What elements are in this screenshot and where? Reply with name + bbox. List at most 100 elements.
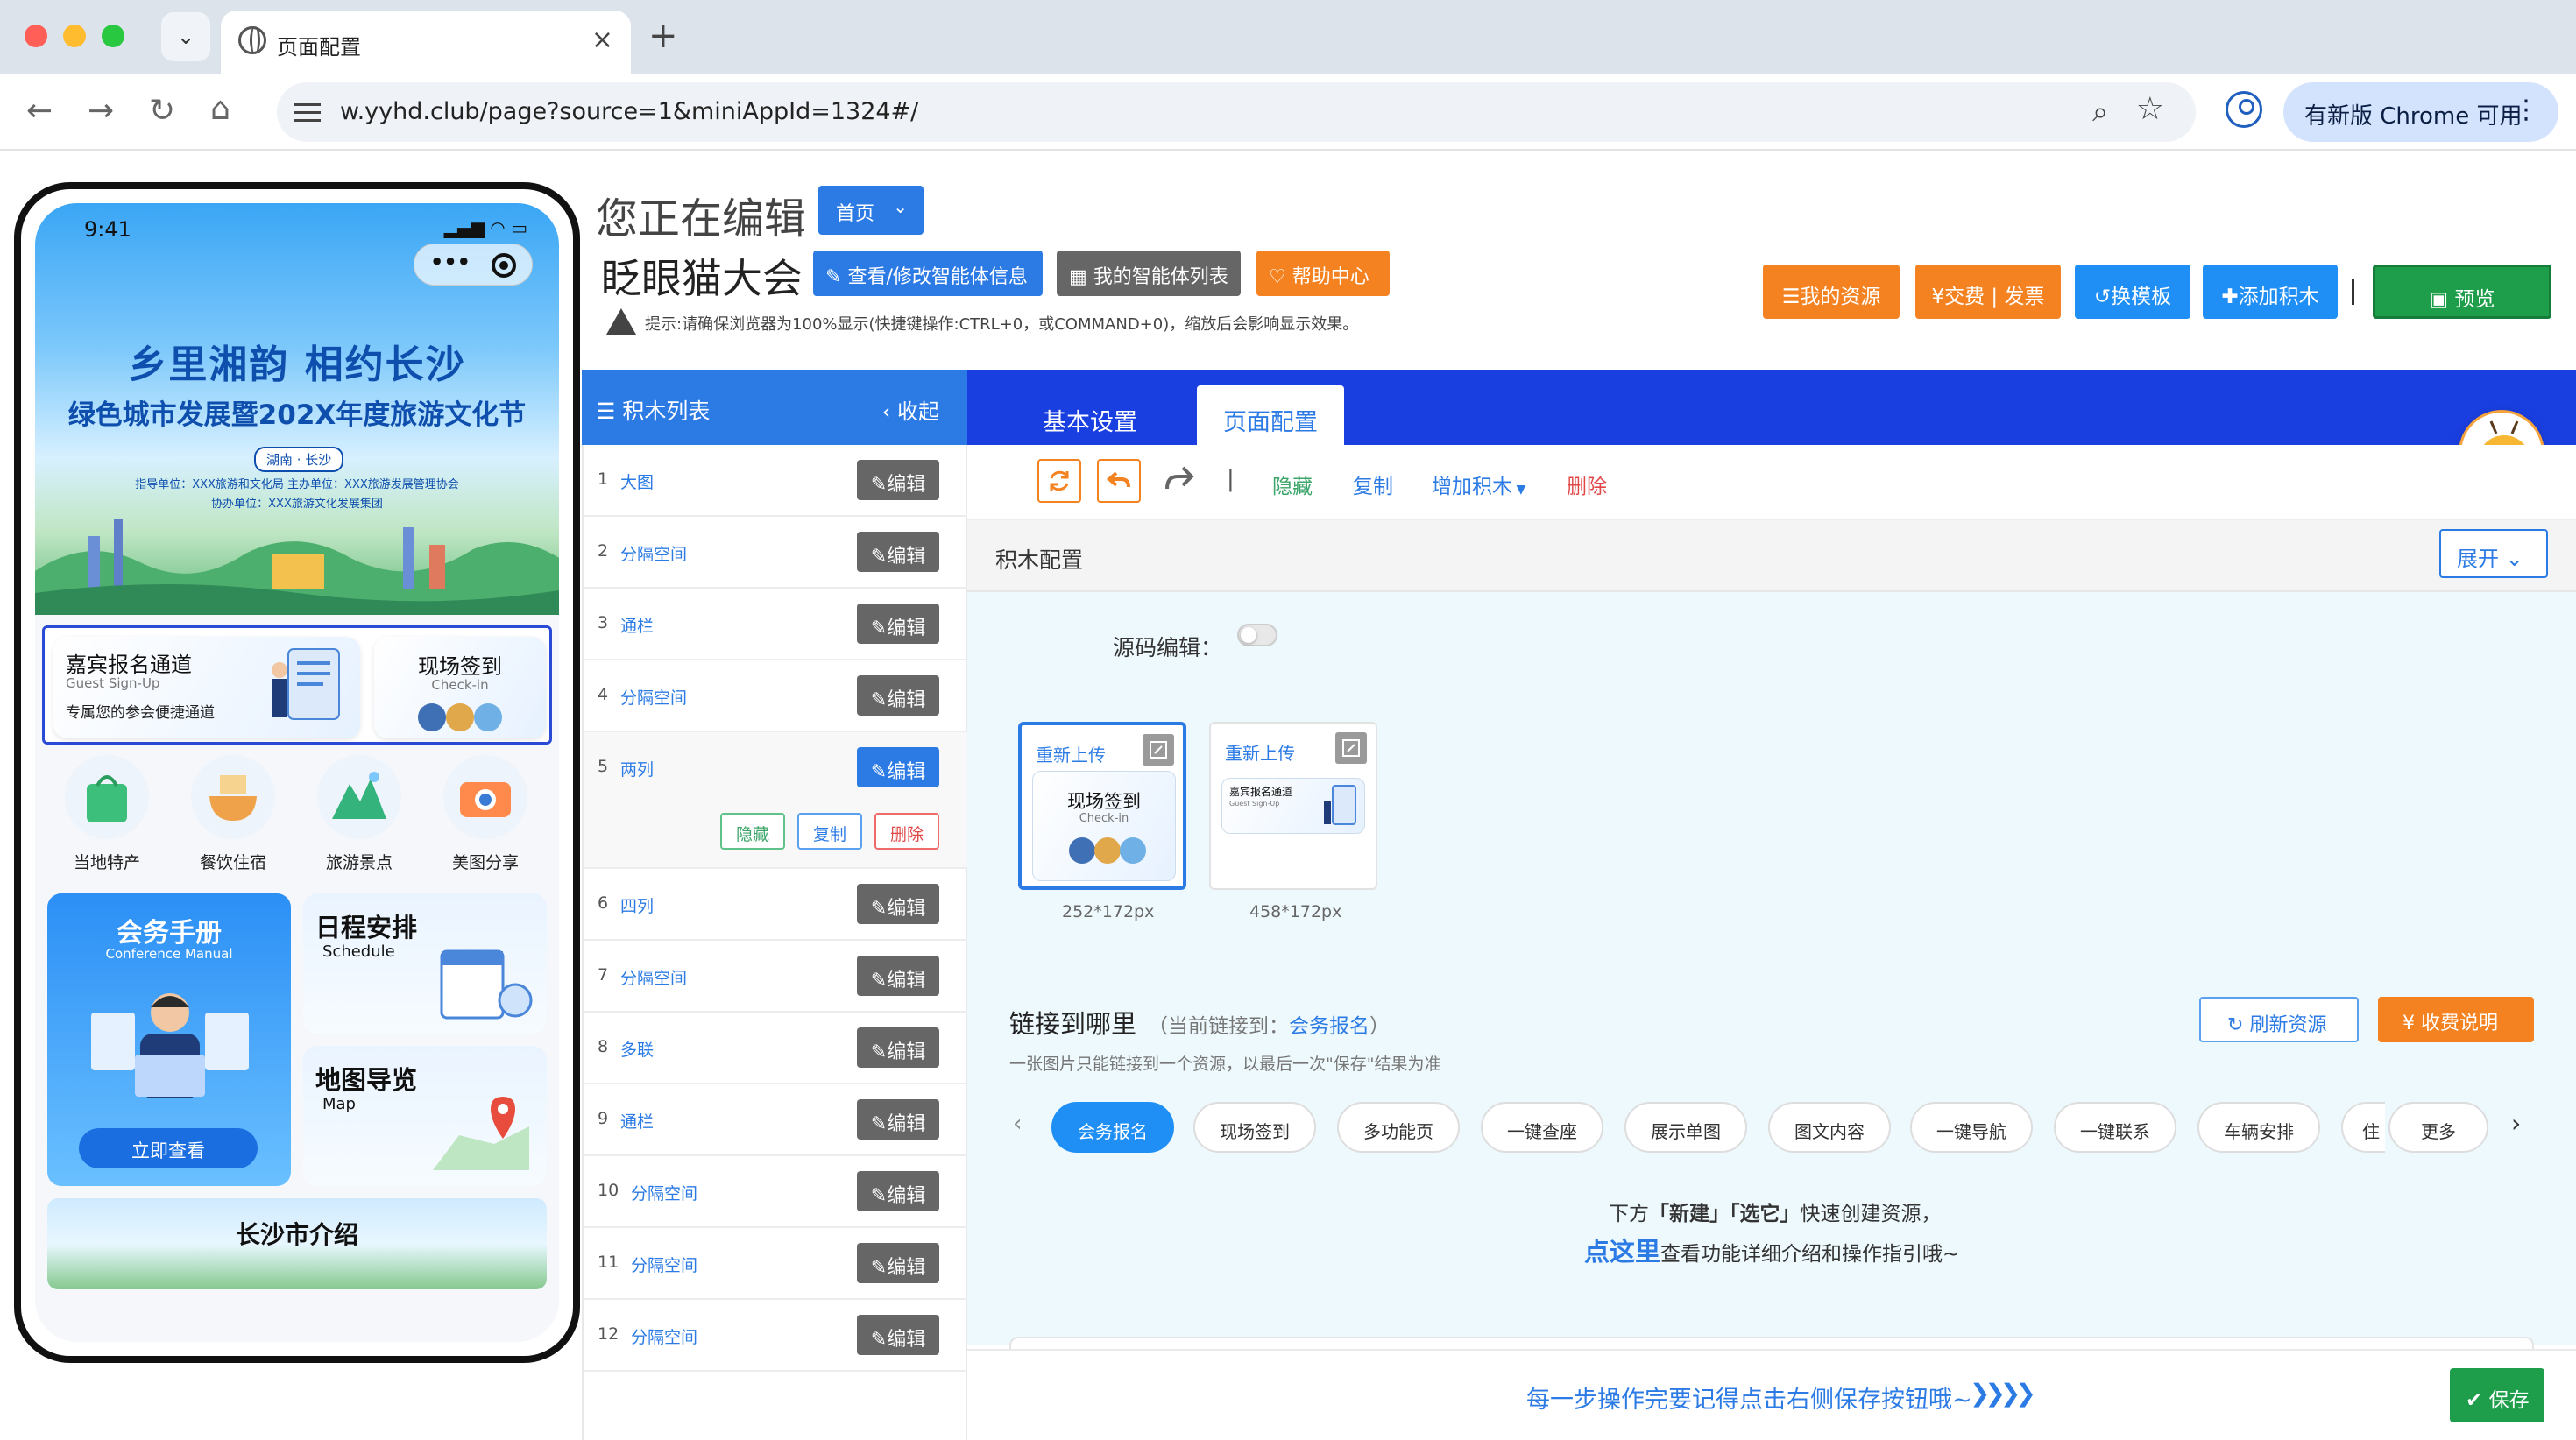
edit-block-button[interactable]: ✎编辑	[857, 747, 939, 787]
more-dots-icon[interactable]: •••	[430, 250, 471, 274]
refresh-resources-button[interactable]: ↻ 刷新资源	[2199, 997, 2359, 1042]
view-agent-info-button[interactable]: ✎ 查看/修改智能体信息	[813, 251, 1043, 296]
block-name[interactable]: 分隔空间	[620, 541, 687, 565]
block-row[interactable]: 10 分隔空间 ✎编辑	[584, 1156, 967, 1228]
miniapp-capsule[interactable]: •••	[414, 244, 533, 286]
edit-block-button[interactable]: ✎编辑	[857, 1027, 939, 1068]
reupload-link[interactable]: 重新上传	[1036, 741, 1106, 766]
block-row[interactable]: 9 通栏 ✎编辑	[584, 1084, 967, 1156]
url-text[interactable]: w.yyhd.club/page?source=1&miniAppId=1324…	[340, 98, 918, 125]
checkin-card[interactable]: 现场签到 Check-in	[374, 637, 546, 738]
window-zoom-button[interactable]	[102, 25, 124, 47]
resource-tab[interactable]: 展示单图	[1624, 1102, 1747, 1153]
edit-image-icon[interactable]	[1335, 732, 1367, 764]
expand-button[interactable]: 展开 ⌄	[2439, 529, 2548, 578]
block-row-active[interactable]: 5 两列 ✎编辑 隐藏 复制 删除	[584, 732, 967, 869]
add-block-button[interactable]: ✚添加积木	[2203, 265, 2338, 319]
window-minimize-button[interactable]	[63, 25, 86, 47]
resource-tab[interactable]: 一键查座	[1481, 1102, 1603, 1153]
fee-info-button[interactable]: ¥ 收费说明	[2378, 997, 2534, 1042]
map-guide-card[interactable]: 地图导览 Map	[303, 1046, 547, 1186]
reupload-link[interactable]: 重新上传	[1225, 739, 1295, 765]
resource-tab[interactable]: 一键联系	[2054, 1102, 2176, 1153]
edit-block-button[interactable]: ✎编辑	[857, 532, 939, 572]
home-icon[interactable]: ⌂	[210, 91, 230, 127]
conference-manual-card[interactable]: 会务手册 Conference Manual 立即查看	[47, 893, 291, 1186]
block-row[interactable]: 1 大图 ✎编辑	[584, 445, 967, 517]
tab-basic-settings[interactable]: 基本设置	[1016, 385, 1164, 445]
change-template-button[interactable]: ↺换模板	[2075, 265, 2190, 319]
browser-tab[interactable]: 页面配置 ×	[221, 11, 631, 74]
window-close-button[interactable]	[25, 25, 47, 47]
new-tab-button[interactable]: +	[648, 16, 678, 56]
profile-icon[interactable]	[2226, 91, 2262, 128]
resource-tab[interactable]: 多功能页	[1337, 1102, 1460, 1153]
image-thumbnail[interactable]: 重新上传 嘉宾报名通道 Guest Sign-Up	[1209, 722, 1377, 890]
collapse-button[interactable]: ‹ 收起	[882, 394, 939, 425]
edit-block-button[interactable]: ✎编辑	[857, 675, 939, 716]
redo-icon[interactable]	[1162, 464, 1197, 498]
hide-block-button[interactable]: 隐藏	[720, 813, 785, 850]
source-edit-toggle[interactable]	[1237, 624, 1277, 646]
block-row[interactable]: 6 四列 ✎编辑	[584, 869, 967, 941]
save-button[interactable]: ✔ 保存	[2450, 1368, 2544, 1422]
block-name[interactable]: 分隔空间	[631, 1324, 697, 1348]
my-agents-button[interactable]: ▦ 我的智能体列表	[1057, 251, 1241, 296]
resource-tab[interactable]: 住	[2341, 1102, 2385, 1153]
my-resources-button[interactable]: ☰我的资源	[1763, 265, 1900, 319]
add-block-dropdown[interactable]: 增加积木 ▼	[1432, 469, 1525, 499]
signup-card[interactable]: 嘉宾报名通道 Guest Sign-Up 专属您的参会便捷通道	[53, 637, 360, 738]
block-name[interactable]: 通栏	[620, 1109, 654, 1133]
block-name[interactable]: 分隔空间	[631, 1181, 697, 1204]
two-column-block[interactable]: 嘉宾报名通道 Guest Sign-Up 专属您的参会便捷通道 现场签到 Che…	[42, 625, 552, 745]
zoom-icon[interactable]: ⌕	[2092, 95, 2108, 129]
block-name[interactable]: 分隔空间	[631, 1253, 697, 1276]
block-row[interactable]: 12 分隔空间 ✎编辑	[584, 1300, 967, 1372]
refresh-icon[interactable]	[1037, 459, 1081, 503]
resource-tab[interactable]: 图文内容	[1768, 1102, 1891, 1153]
resource-tab[interactable]: 一键导航	[1910, 1102, 2033, 1153]
block-row[interactable]: 4 分隔空间 ✎编辑	[584, 660, 967, 732]
edit-block-button[interactable]: ✎编辑	[857, 884, 939, 924]
scroll-left-icon[interactable]: ‹	[1013, 1111, 1022, 1137]
block-row[interactable]: 11 分隔空间 ✎编辑	[584, 1228, 967, 1300]
forward-icon[interactable]: →	[88, 93, 114, 129]
quick-item-specialty[interactable]: 当地特产	[54, 755, 159, 873]
edit-block-button[interactable]: ✎编辑	[857, 956, 939, 996]
schedule-card[interactable]: 日程安排 Schedule	[303, 893, 547, 1034]
hero-banner[interactable]: 9:41 ▂▄▆ ◠ ▭ ••• 乡里湘韵 相约长沙 绿色城市发展暨202X年度…	[35, 203, 559, 615]
copy-block-button[interactable]: 复制	[797, 813, 862, 850]
delete-block-button[interactable]: 删除	[874, 813, 939, 850]
edit-block-button[interactable]: ✎编辑	[857, 1171, 939, 1211]
close-target-icon[interactable]	[492, 253, 516, 278]
tab-page-config[interactable]: 页面配置	[1197, 385, 1344, 445]
reload-icon[interactable]: ↻	[149, 93, 175, 129]
scroll-right-icon[interactable]: ›	[2511, 1109, 2521, 1138]
preview-button[interactable]: ▣ 预览	[2373, 265, 2551, 319]
site-settings-icon[interactable]	[294, 100, 321, 124]
city-intro-banner[interactable]: 长沙市介绍	[47, 1198, 547, 1289]
block-name[interactable]: 大图	[620, 469, 654, 493]
view-now-button[interactable]: 立即查看	[79, 1128, 258, 1168]
edit-block-button[interactable]: ✎编辑	[857, 604, 939, 644]
block-name[interactable]: 通栏	[620, 613, 654, 637]
edit-block-button[interactable]: ✎编辑	[857, 1099, 939, 1140]
block-row[interactable]: 8 多联 ✎编辑	[584, 1013, 967, 1084]
block-name[interactable]: 分隔空间	[620, 965, 687, 989]
tab-search-button[interactable]: ⌄	[161, 12, 210, 61]
block-row[interactable]: 7 分隔空间 ✎编辑	[584, 941, 967, 1013]
resource-tab[interactable]: 车辆安排	[2197, 1102, 2320, 1153]
quick-item-scenic[interactable]: 旅游景点	[307, 755, 412, 873]
guide-link[interactable]: 点这里	[1584, 1237, 1660, 1267]
block-name[interactable]: 两列	[620, 757, 654, 780]
block-name[interactable]: 四列	[620, 893, 654, 917]
hide-action[interactable]: 隐藏	[1272, 469, 1313, 499]
help-center-button[interactable]: ♡ 帮助中心	[1256, 251, 1390, 296]
quick-item-dining[interactable]: 餐饮住宿	[180, 755, 286, 873]
delete-action[interactable]: 删除	[1567, 469, 1607, 499]
address-bar[interactable]: w.yyhd.club/page?source=1&miniAppId=1324…	[277, 82, 2196, 142]
tab-close-icon[interactable]: ×	[591, 25, 613, 55]
chrome-update-button[interactable]: 有新版 Chrome 可用 ⋮	[2283, 82, 2558, 142]
edit-block-button[interactable]: ✎编辑	[857, 1315, 939, 1355]
copy-action[interactable]: 复制	[1353, 469, 1393, 499]
